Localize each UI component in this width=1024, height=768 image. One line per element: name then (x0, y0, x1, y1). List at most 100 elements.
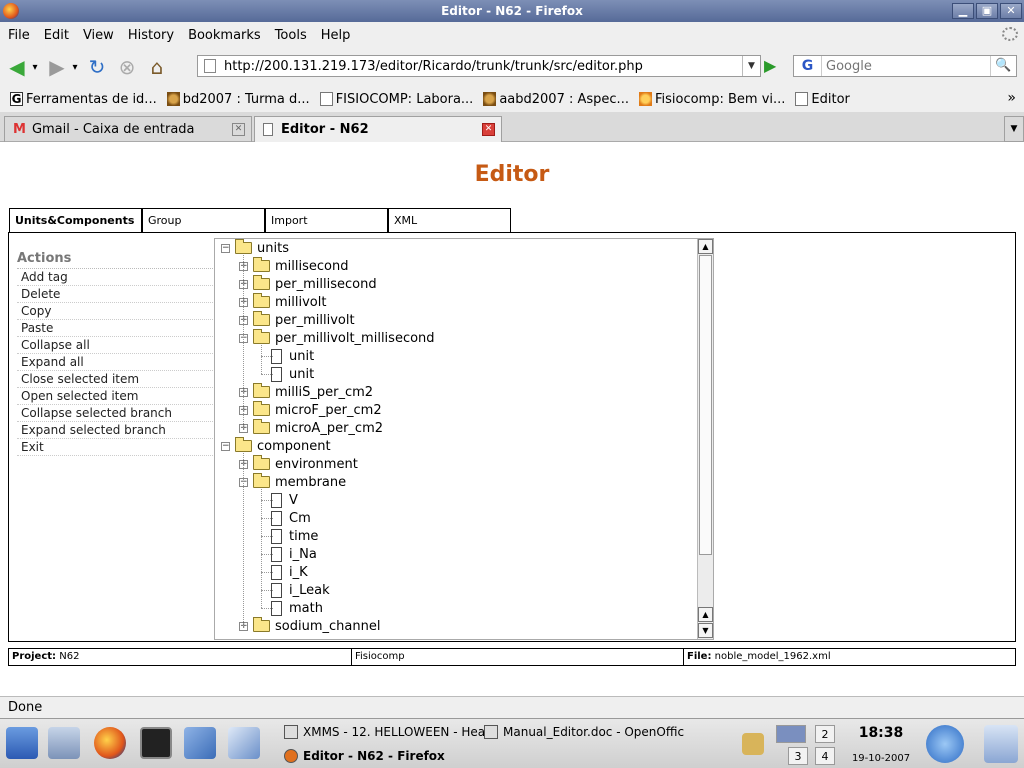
tab-xml[interactable]: XML (388, 208, 511, 233)
search-input[interactable] (826, 57, 986, 75)
close-tab-icon[interactable]: ✕ (482, 123, 495, 136)
tree-folder-node[interactable]: per_millivolt_millisecond (253, 329, 435, 347)
action-collapse-selected-branch[interactable]: Collapse selected branch (17, 405, 213, 422)
tree-leaf-node[interactable]: unit (271, 365, 314, 383)
tree-leaf-node[interactable]: V (271, 491, 298, 509)
stop-button[interactable]: ⊗ (114, 54, 140, 80)
document-icon (484, 725, 498, 739)
scroll-thumb[interactable] (699, 255, 712, 555)
close-window-button[interactable]: ✕ (1000, 3, 1022, 19)
bookmark-item[interactable]: G Ferramentas de id... (10, 92, 157, 107)
tree-leaf-node[interactable]: i_Na (271, 545, 317, 563)
minimize-button[interactable]: ▁ (952, 3, 974, 19)
forward-button[interactable]: ▶ (44, 54, 70, 80)
tray-icon[interactable] (742, 733, 764, 755)
tab-group[interactable]: Group (142, 208, 265, 233)
tree-leaf-node[interactable]: unit (271, 347, 314, 365)
action-delete[interactable]: Delete (17, 286, 213, 303)
bookmark-item[interactable]: Editor (795, 92, 850, 107)
menu-view[interactable]: View (77, 28, 120, 43)
trash-icon[interactable] (984, 725, 1018, 763)
action-exit[interactable]: Exit (17, 439, 213, 456)
bookmarks-overflow-icon[interactable]: » (1007, 90, 1016, 106)
tree-folder-node[interactable]: membrane (253, 473, 346, 491)
collapse-icon[interactable]: − (221, 244, 230, 253)
bookmark-item[interactable]: bd2007 : Turma d... (166, 92, 310, 107)
scroll-up-icon[interactable]: ▲ (698, 607, 713, 622)
terminal-icon[interactable] (140, 727, 172, 759)
tree-folder-node[interactable]: sodium_channel (253, 617, 380, 635)
tree-folder-node[interactable]: microF_per_cm2 (253, 401, 382, 419)
url-dropdown-icon[interactable]: ▼ (742, 56, 760, 76)
action-expand-selected-branch[interactable]: Expand selected branch (17, 422, 213, 439)
reload-button[interactable]: ↻ (84, 54, 110, 80)
kde-menu-icon[interactable] (6, 727, 38, 759)
home-button[interactable]: ⌂ (144, 54, 170, 80)
search-icon[interactable]: 🔍 (990, 56, 1016, 76)
close-tab-icon[interactable]: ✕ (232, 123, 245, 136)
tab-editor[interactable]: Editor - N62 ✕ (254, 116, 502, 142)
tree-folder-node[interactable]: microA_per_cm2 (253, 419, 383, 437)
tree-folder-node[interactable]: millisecond (253, 257, 348, 275)
menu-history[interactable]: History (122, 28, 180, 43)
tree-folder-node[interactable]: environment (253, 455, 358, 473)
desktop-4-button[interactable]: 4 (815, 747, 835, 765)
action-copy[interactable]: Copy (17, 303, 213, 320)
forward-history-icon[interactable]: ▾ (70, 54, 80, 80)
scroll-up-icon[interactable]: ▲ (698, 239, 713, 254)
action-paste[interactable]: Paste (17, 320, 213, 337)
tree-folder-node[interactable]: per_millisecond (253, 275, 377, 293)
back-button[interactable]: ◀ (4, 54, 30, 80)
tree-leaf-node[interactable]: i_Leak (271, 581, 330, 599)
task-firefox[interactable]: Editor - N62 - Firefox (284, 745, 445, 767)
tab-import[interactable]: Import (265, 208, 388, 233)
action-add-tag[interactable]: Add tag (17, 269, 213, 286)
tab-list-icon[interactable]: ▼ (1004, 116, 1024, 142)
task-xmms[interactable]: XMMS - 12. HELLOWEEN - Heav (284, 721, 492, 743)
tree-leaf-node[interactable]: math (271, 599, 323, 617)
desktop-1-button[interactable] (776, 725, 806, 743)
menu-help[interactable]: Help (315, 28, 357, 43)
bookmark-item[interactable]: aabd2007 : Aspec... (483, 92, 629, 107)
tree-leaf-node[interactable]: i_K (271, 563, 308, 581)
tree-folder-node[interactable]: milliS_per_cm2 (253, 383, 373, 401)
tab-units-components[interactable]: Units&Components (9, 208, 142, 233)
firefox-launcher-icon[interactable] (94, 727, 126, 759)
tree-leaf-node[interactable]: time (271, 527, 318, 545)
action-open-selected-item[interactable]: Open selected item (17, 388, 213, 405)
back-history-icon[interactable]: ▾ (30, 54, 40, 80)
tree-folder-node[interactable]: per_millivolt (253, 311, 355, 329)
desktop-2-button[interactable]: 2 (815, 725, 835, 743)
menu-bookmarks[interactable]: Bookmarks (182, 28, 267, 43)
tree-folder-node[interactable]: component (235, 437, 331, 455)
editor-icon[interactable] (228, 727, 260, 759)
window-titlebar[interactable]: Editor - N62 - Firefox ▁ ▣ ✕ (0, 0, 1024, 22)
action-expand-all[interactable]: Expand all (17, 354, 213, 371)
tools-icon[interactable] (184, 727, 216, 759)
action-collapse-all[interactable]: Collapse all (17, 337, 213, 354)
tab-label: Gmail - Caixa de entrada (31, 122, 195, 137)
clock[interactable]: 18:38 (845, 725, 917, 741)
menu-edit[interactable]: Edit (38, 28, 75, 43)
desktop-3-button[interactable]: 3 (788, 747, 808, 765)
bookmark-item[interactable]: Fisiocomp: Bem vi... (638, 92, 785, 107)
go-button[interactable]: ▶ (764, 57, 782, 75)
desktop-icon[interactable] (48, 727, 80, 759)
tree-folder-node[interactable]: millivolt (253, 293, 326, 311)
task-openoffice[interactable]: Manual_Editor.doc - OpenOffic (484, 721, 684, 743)
maximize-button[interactable]: ▣ (976, 3, 998, 19)
tree-scrollbar[interactable]: ▲ ▲ ▼ (697, 239, 713, 639)
google-engine-icon[interactable]: G (794, 56, 822, 76)
action-close-selected-item[interactable]: Close selected item (17, 371, 213, 388)
tree-leaf-node[interactable]: Cm (271, 509, 311, 527)
menu-tools[interactable]: Tools (269, 28, 313, 43)
network-icon[interactable] (926, 725, 964, 763)
tab-label: Editor - N62 (281, 122, 369, 137)
tab-gmail[interactable]: M Gmail - Caixa de entrada ✕ (4, 116, 252, 142)
scroll-down-icon[interactable]: ▼ (698, 623, 713, 638)
url-bar[interactable]: http://200.131.219.173/editor/Ricardo/tr… (197, 55, 761, 77)
menu-file[interactable]: File (2, 28, 36, 43)
task-label: Editor - N62 - Firefox (303, 749, 445, 763)
collapse-icon[interactable]: − (221, 442, 230, 451)
bookmark-item[interactable]: FISIOCOMP: Labora... (319, 92, 473, 107)
